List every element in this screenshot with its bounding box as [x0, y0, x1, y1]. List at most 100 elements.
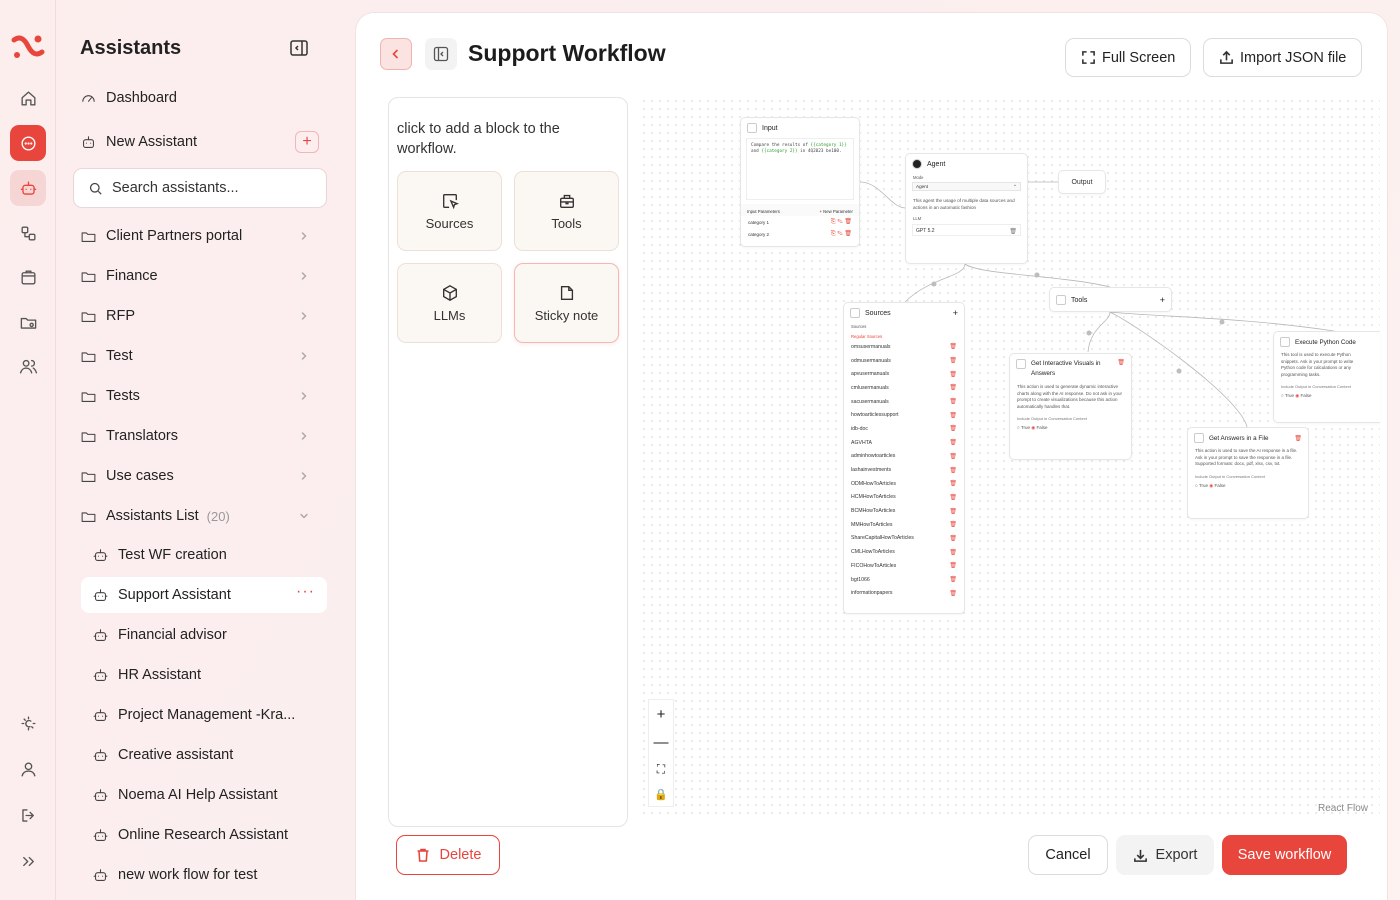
sidebar-folder[interactable]: RFP	[80, 298, 328, 334]
assistant-label: HR Assistant	[118, 667, 201, 683]
sidebar-item-dashboard[interactable]: Dashboard	[80, 80, 328, 116]
lock-icon[interactable]: 🔒	[654, 788, 668, 801]
context-toggle[interactable]: ○ True ◉ False	[1188, 482, 1308, 489]
trash-icon[interactable]: 🗑	[949, 439, 957, 446]
delete-button[interactable]: Delete	[396, 835, 500, 875]
sticky-note-block-button[interactable]: Sticky note	[514, 263, 619, 343]
search-input[interactable]: Search assistants...	[73, 168, 327, 208]
context-toggle[interactable]: ○ True ◉ False	[1274, 392, 1380, 399]
trash-icon[interactable]: 🗑	[949, 467, 957, 474]
param-name: category 1	[748, 219, 770, 225]
trash-icon[interactable]: ⎘ ✎ 🗑	[831, 218, 852, 226]
trash-icon[interactable]: 🗑	[949, 590, 957, 597]
profile-icon[interactable]	[10, 751, 46, 787]
trash-icon[interactable]: 🗑	[949, 398, 957, 405]
assistant-item[interactable]: new work flow for test	[92, 857, 328, 893]
assistants-list-header[interactable]: Assistants List (20)	[80, 498, 328, 534]
sidebar-folder[interactable]: Finance	[80, 258, 328, 294]
trash-icon[interactable]: 🗑	[949, 549, 957, 556]
trash-icon[interactable]: 🗑	[949, 480, 957, 487]
trash-icon[interactable]: 🗑	[949, 562, 957, 569]
assistant-item[interactable]: Noema AI Help Assistant	[92, 777, 328, 813]
answers-file-node[interactable]: Get Answers in a File 🗑 This action is us…	[1187, 427, 1309, 519]
full-screen-button[interactable]: Full Screen	[1065, 38, 1192, 77]
tools-node[interactable]: Tools +	[1049, 287, 1172, 312]
trash-icon[interactable]: 🗑	[949, 343, 957, 350]
sidebar-item-new-assistant[interactable]: New Assistant	[80, 124, 328, 160]
trash-icon[interactable]: 🗑	[949, 576, 957, 583]
input-node[interactable]: Input Compare the results of {{category …	[740, 117, 860, 247]
zoom-in-button[interactable]: +	[657, 706, 666, 723]
sidebar-folder[interactable]: Use cases	[80, 458, 328, 494]
expand-rail-icon[interactable]	[10, 843, 46, 879]
trash-icon[interactable]: 🗑	[949, 494, 957, 501]
python-code-node[interactable]: Execute Python Code This tool is used to…	[1273, 331, 1380, 423]
context-toggle[interactable]: ○ True ◉ False	[1010, 424, 1131, 431]
more-options-icon[interactable]: ···	[296, 583, 315, 601]
assistant-item[interactable]: Project Management -Kra...	[92, 697, 328, 733]
toolbox-icon	[1056, 295, 1066, 305]
fit-view-button[interactable]: ⛶	[657, 762, 665, 777]
import-json-button[interactable]: Import JSON file	[1203, 38, 1363, 77]
trash-icon[interactable]: 🗑	[949, 521, 957, 528]
users-icon[interactable]	[10, 348, 46, 384]
sidebar-folder[interactable]: Test	[80, 338, 328, 374]
folder-settings-icon[interactable]	[10, 304, 46, 340]
add-assistant-button[interactable]: +	[295, 131, 319, 153]
trash-icon[interactable]: 🗑	[1117, 359, 1125, 366]
trash-icon[interactable]: 🗑	[949, 384, 957, 391]
react-flow-attribution[interactable]: React Flow	[1318, 803, 1368, 814]
mode-select[interactable]: Agent ⌃	[912, 182, 1021, 191]
tools-block-button[interactable]: Tools	[514, 171, 619, 251]
flow-canvas[interactable]: Input Compare the results of {{category …	[640, 97, 1380, 817]
trash-icon[interactable]: 🗑	[1009, 228, 1017, 235]
trash-icon[interactable]: ⎘ ✎ 🗑	[831, 230, 852, 238]
assistant-item[interactable]: Online Research Assistant	[92, 817, 328, 853]
assistant-item[interactable]: Test WF creation	[92, 537, 328, 573]
llm-select[interactable]: GPT 5.2 🗑	[912, 224, 1021, 236]
trash-icon[interactable]: 🗑	[949, 412, 957, 419]
import-json-label: Import JSON file	[1240, 49, 1347, 66]
cancel-button[interactable]: Cancel	[1028, 835, 1108, 875]
assistant-item[interactable]: HR Assistant	[92, 657, 328, 693]
assistant-bot-icon[interactable]	[10, 170, 46, 206]
assistant-item[interactable]: Creative assistant	[92, 737, 328, 773]
add-tool-button[interactable]: +	[1160, 295, 1165, 305]
trash-icon[interactable]: 🗑	[949, 357, 957, 364]
store-icon[interactable]	[10, 259, 46, 295]
zoom-out-button[interactable]: —	[654, 734, 669, 751]
trash-icon[interactable]: 🗑	[949, 425, 957, 432]
assistant-item[interactable]: Support Assistant ···	[81, 577, 327, 613]
trash-icon[interactable]: 🗑	[949, 508, 957, 515]
sidebar-folder[interactable]: Translators	[80, 418, 328, 454]
trash-icon[interactable]: 🗑	[949, 453, 957, 460]
sidebar-folder[interactable]: Tests	[80, 378, 328, 414]
sources-block-button[interactable]: Sources	[397, 171, 502, 251]
new-parameter-button[interactable]: New Parameter	[823, 209, 853, 214]
assistant-item[interactable]: Financial advisor	[92, 617, 328, 653]
chevron-right-icon	[301, 472, 307, 480]
back-button[interactable]	[380, 38, 412, 70]
interactive-visuals-node[interactable]: Get Interactive Visuals in Answers 🗑 This…	[1009, 353, 1132, 460]
sidebar-folder[interactable]: Client Partners portal	[80, 218, 328, 254]
agent-node[interactable]: Agent Mode Agent ⌃ This agent the usage o…	[905, 153, 1028, 264]
home-icon[interactable]	[10, 80, 46, 116]
save-workflow-button[interactable]: Save workflow	[1222, 835, 1347, 875]
theme-icon[interactable]	[10, 705, 46, 741]
toggle-panel-button[interactable]	[425, 38, 457, 70]
input-node-title: Input	[762, 124, 778, 132]
trash-icon[interactable]: 🗑	[1294, 435, 1302, 442]
source-row: idb-doc 🗑	[844, 422, 964, 436]
llms-block-button[interactable]: LLMs	[397, 263, 502, 343]
trash-icon[interactable]: 🗑	[949, 371, 957, 378]
add-source-button[interactable]: +	[953, 308, 958, 318]
workflow-icon[interactable]	[10, 215, 46, 251]
logout-icon[interactable]	[10, 797, 46, 833]
chat-icon[interactable]	[10, 125, 46, 161]
prompt-text[interactable]: Compare the results of {{category 1}} an…	[746, 138, 854, 200]
output-node[interactable]: Output	[1058, 170, 1106, 194]
export-button[interactable]: Export	[1116, 835, 1214, 875]
collapse-sidebar-icon[interactable]	[289, 38, 309, 58]
trash-icon[interactable]: 🗑	[949, 535, 957, 542]
sources-node[interactable]: Sources + Sources Regular Sources omsuser…	[843, 302, 965, 614]
